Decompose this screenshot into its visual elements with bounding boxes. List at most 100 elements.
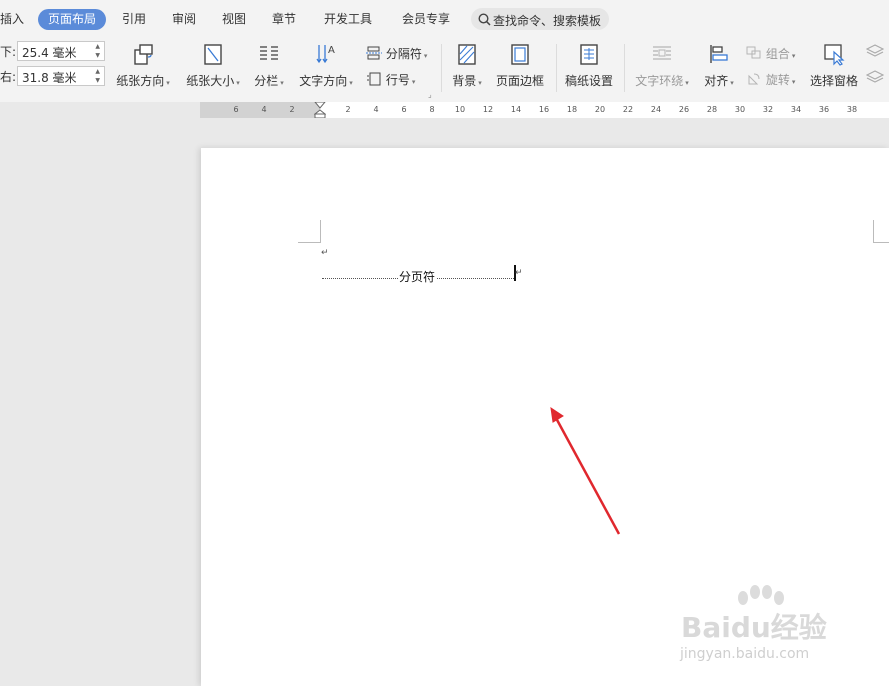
text-direction-button[interactable]: A 文字方向 ▾ xyxy=(296,38,356,100)
columns-label: 分栏 xyxy=(254,74,279,88)
paragraph-mark: ↵ xyxy=(321,248,329,258)
ruler-tick-label: 36 xyxy=(818,105,830,114)
text-wrap-label: 文字环绕 xyxy=(635,74,684,88)
spin-down-icon[interactable]: ▼ xyxy=(95,77,100,84)
ruler-tick-label: 2 xyxy=(289,105,295,114)
margin-right-label: 右: xyxy=(0,70,17,84)
tab-page-layout[interactable]: 页面布局 xyxy=(38,9,107,30)
send-backward-icon[interactable] xyxy=(866,70,884,84)
svg-text:A: A xyxy=(328,45,335,56)
ruler-tick-label: 4 xyxy=(373,105,379,114)
ruler-tick-label: 16 xyxy=(538,105,550,114)
separator-button[interactable]: 分隔符 ▾ xyxy=(366,45,427,62)
paper-orientation-icon xyxy=(134,44,153,65)
text-direction-icon: A xyxy=(316,45,335,64)
rotate-icon xyxy=(748,73,760,85)
margin-bottom-input[interactable]: 25.4 毫米 ▲ ▼ xyxy=(17,41,105,61)
toolbar-divider xyxy=(441,44,442,92)
group-label: 组合 xyxy=(765,47,790,61)
rotate-label: 旋转 xyxy=(765,73,790,87)
align-button[interactable]: 对齐 ▾ xyxy=(700,38,738,100)
paragraph-mark: ↵ xyxy=(515,268,523,278)
page-border-label: 页面边框 xyxy=(495,74,544,88)
tab-insert[interactable]: 插入 xyxy=(0,10,24,27)
tab-developer-tools[interactable]: 开发工具 xyxy=(324,10,372,27)
background-button[interactable]: 背景 ▾ xyxy=(447,38,487,100)
line-number-button[interactable]: 行号 ▾ xyxy=(366,71,415,88)
crop-mark-top-right xyxy=(873,220,889,243)
margin-right-input[interactable]: 31.8 毫米 ▲ ▼ xyxy=(17,66,105,86)
ruler-tick-label: 14 xyxy=(510,105,522,114)
tab-review[interactable]: 审阅 xyxy=(172,10,196,27)
align-label: 对齐 xyxy=(704,74,729,88)
tab-member[interactable]: 会员专享 xyxy=(402,10,450,27)
ruler-tick-label: 22 xyxy=(622,105,634,114)
text-direction-label: 文字方向 xyxy=(299,74,348,88)
ruler-tick-label: 12 xyxy=(482,105,494,114)
manuscript-grid-icon xyxy=(580,44,598,65)
paw-logo-icon xyxy=(738,585,784,605)
ruler-tick-label: 28 xyxy=(706,105,718,114)
bring-forward-icon[interactable] xyxy=(866,44,884,58)
align-icon xyxy=(710,45,728,63)
paper-orientation-label: 纸张方向 xyxy=(116,74,165,88)
horizontal-ruler[interactable]: 6 4 2 2 4 6 8 10 12 14 16 18 20 22 24 26 28 30 32 34 36 38 xyxy=(200,102,889,118)
separator-label: 分隔符 xyxy=(385,47,422,61)
toolbar-divider xyxy=(556,44,557,92)
manuscript-settings-button[interactable]: 稿纸设置 xyxy=(562,38,616,100)
toolbar-divider xyxy=(624,44,625,92)
watermark-brand: Baidu经验 xyxy=(681,611,827,644)
margin-bottom-label: 下: xyxy=(0,45,17,59)
command-search-box[interactable]: 查找命令、搜索模板 xyxy=(471,8,609,30)
group-button[interactable]: 组合 ▾ xyxy=(746,45,795,62)
margin-bottom-value: 25.4 毫米 xyxy=(22,46,77,60)
ruler-gutter xyxy=(0,102,200,118)
spin-up-icon[interactable]: ▲ xyxy=(95,43,100,50)
margin-right-value: 31.8 毫米 xyxy=(22,71,77,85)
ruler-tick-label: 34 xyxy=(790,105,802,114)
ruler-tick-label: 6 xyxy=(401,105,407,114)
ruler-tick-label: 10 xyxy=(454,105,466,114)
search-label: 查找命令、搜索模板 xyxy=(493,14,602,28)
rotate-button[interactable]: 旋转 ▾ xyxy=(746,71,795,88)
ribbon-toolbar: 下: 25.4 毫米 ▲ ▼ 右: 31.8 毫米 ▲ ▼ 纸张方向 ▾ 纸张大小… xyxy=(0,38,889,103)
page-separator-icon xyxy=(366,46,382,60)
paper-size-label: 纸张大小 xyxy=(186,74,235,88)
group-icon xyxy=(746,46,761,59)
spin-up-icon[interactable]: ▲ xyxy=(95,68,100,75)
crop-mark-top-left xyxy=(298,220,321,243)
page-break-label: 分页符 xyxy=(398,268,437,285)
paper-orientation-button[interactable]: 纸张方向 ▾ xyxy=(112,38,174,100)
ruler-tick-label: 30 xyxy=(734,105,746,114)
background-icon xyxy=(458,44,476,65)
text-wrap-icon xyxy=(653,46,671,60)
ruler-tick-label: 20 xyxy=(594,105,606,114)
ruler-tick-label: 32 xyxy=(762,105,774,114)
page-border-button[interactable]: 页面边框 xyxy=(493,38,547,100)
ruler-tick-label: 4 xyxy=(261,105,267,114)
dialog-launcher-icon[interactable]: ⌟ xyxy=(428,90,432,99)
line-number-icon xyxy=(367,72,381,86)
indent-marker-icon[interactable] xyxy=(314,102,326,118)
selection-pane-label: 选择窗格 xyxy=(809,74,858,88)
ruler-tick-label: 18 xyxy=(566,105,578,114)
ruler-tick-label: 26 xyxy=(678,105,690,114)
ruler-tick-label: 38 xyxy=(846,105,858,114)
document-page[interactable]: ↵ 分页符 ↵ Baidu经验 jingyan.baidu.com xyxy=(201,148,889,686)
selection-pane-icon xyxy=(824,44,845,66)
tab-view[interactable]: 视图 xyxy=(222,10,246,27)
spin-down-icon[interactable]: ▼ xyxy=(95,52,100,59)
selection-pane-button[interactable]: 选择窗格 xyxy=(808,38,860,100)
ruler-tick-label: 8 xyxy=(429,105,435,114)
manuscript-settings-label: 稿纸设置 xyxy=(564,74,613,88)
background-label: 背景 xyxy=(452,74,477,88)
text-wrap-button[interactable]: 文字环绕 ▾ xyxy=(631,38,693,100)
page-border-icon xyxy=(511,44,529,65)
columns-icon xyxy=(260,46,278,60)
line-number-label: 行号 xyxy=(385,73,410,87)
paper-size-button[interactable]: 纸张大小 ▾ xyxy=(181,38,245,100)
search-icon xyxy=(478,13,491,26)
columns-button[interactable]: 分栏 ▾ xyxy=(249,38,289,100)
tab-sections[interactable]: 章节 xyxy=(272,10,296,27)
tab-references[interactable]: 引用 xyxy=(122,10,146,27)
